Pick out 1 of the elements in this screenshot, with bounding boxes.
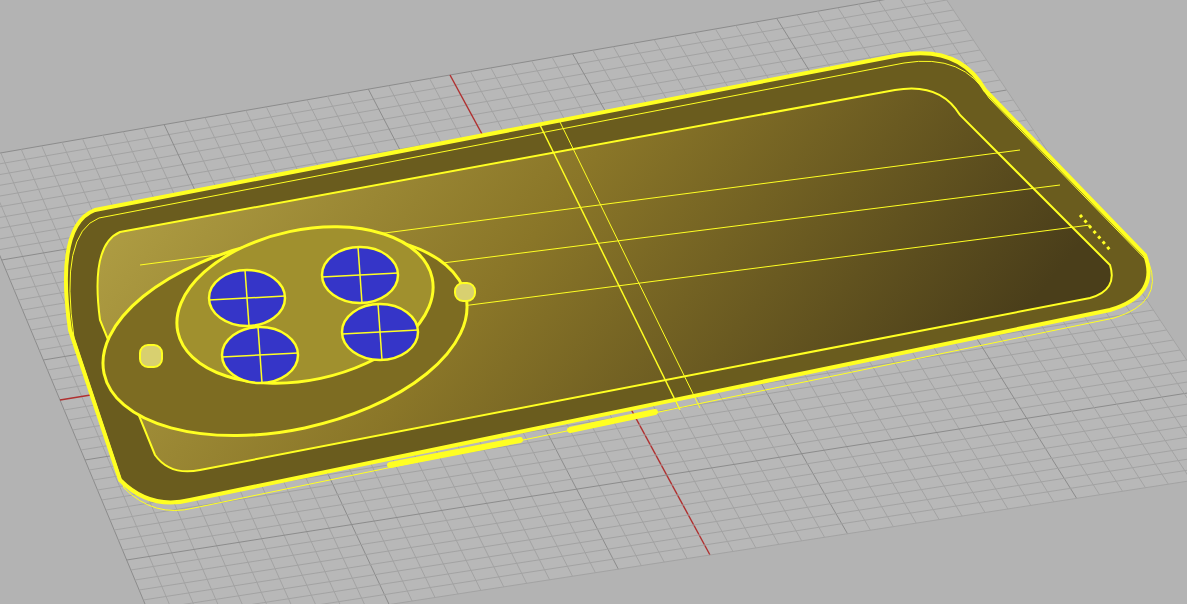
phone-model-drawing[interactable] [63,51,1153,511]
